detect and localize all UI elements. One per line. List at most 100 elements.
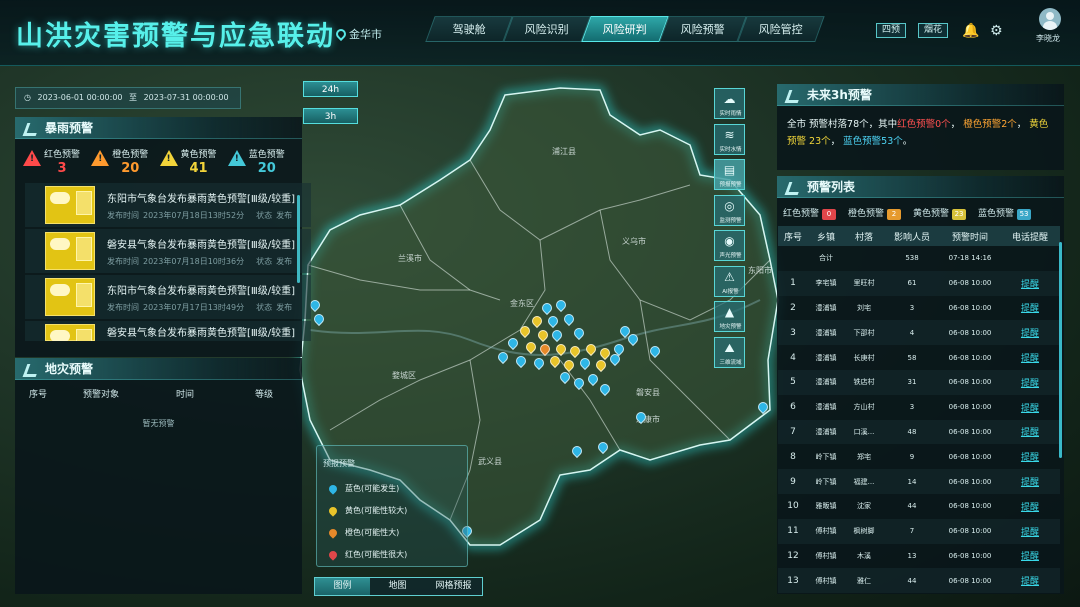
total-time: 07-18 14:16 xyxy=(948,254,992,263)
place-label: 武义县 xyxy=(478,457,502,466)
table-row[interactable]: 11 傅村镇 枫树脚 7 06-08 10:00 提醒 xyxy=(778,518,1060,544)
remind-link[interactable]: 提醒 xyxy=(1000,444,1060,469)
remind-link[interactable]: 提醒 xyxy=(1000,270,1060,296)
row-time: 06-08 10:00 xyxy=(940,369,1000,395)
nav-tab-risk-control[interactable]: 风险管控 xyxy=(737,16,825,42)
remind-link[interactable]: 提醒 xyxy=(1000,544,1060,569)
warning-title: 磐安县气象台发布暴雨黄色预警[Ⅲ级/较重] xyxy=(107,328,296,339)
list-item[interactable]: 东阳市气象台发布暴雨黄色预警[Ⅲ级/较重] 发布时间 2023年07月17日13时… xyxy=(25,275,311,319)
rainstorm-signal-icon xyxy=(45,324,95,341)
map-tool-button[interactable]: ◉ 声光预警 xyxy=(714,230,745,261)
map-tool-button[interactable]: ▤ 预报预警 xyxy=(714,159,745,190)
list-item[interactable]: 磐安县气象台发布暴雨黄色预警[Ⅲ级/较重] xyxy=(25,321,311,341)
map-mode-tabs: 图例 地图 网格预报 xyxy=(314,577,483,596)
nav-tab-risk-warning[interactable]: 风险预警 xyxy=(659,16,747,42)
row-time: 06-08 10:00 xyxy=(948,452,992,461)
table-row[interactable]: 7 澧浦镇 口溪... 48 06-08 10:00 提醒 xyxy=(778,419,1060,445)
row-town: 傅村镇 xyxy=(808,518,844,544)
row-people: 3 xyxy=(909,403,915,412)
nav-tab-cockpit[interactable]: 驾驶舱 xyxy=(425,16,513,42)
table-row[interactable]: 9 岭下镇 福建... 14 06-08 10:00 提醒 xyxy=(778,469,1060,494)
map-tool-button[interactable]: ▲ 地灾预警 xyxy=(714,301,745,332)
summary-blue: 蓝色预警53个 xyxy=(843,136,903,147)
gear-icon[interactable]: ⚙ xyxy=(990,23,1003,39)
map-tool-button[interactable]: ◎ 监测预警 xyxy=(714,194,745,226)
table-row[interactable]: 2 澧浦镇 刘宅 3 06-08 10:00 提醒 xyxy=(778,296,1060,321)
remind-link[interactable]: 提醒 xyxy=(1000,369,1060,395)
table-row[interactable]: 12 傅村镇 木溪 13 06-08 10:00 提醒 xyxy=(778,544,1060,569)
table-row[interactable]: 5 澧浦镇 铁店村 31 06-08 10:00 提醒 xyxy=(778,369,1060,395)
remind-link[interactable]: 提醒 xyxy=(1000,568,1060,594)
map-tool-button[interactable]: ☁ 实时雨情 xyxy=(714,88,745,119)
list-item[interactable]: 东阳市气象台发布暴雨黄色预警[Ⅲ级/较重] 发布时间 2023年07月18日13时… xyxy=(25,183,311,227)
remind-link[interactable]: 提醒 xyxy=(1000,469,1060,494)
remind-link[interactable]: 提醒 xyxy=(1000,320,1060,346)
badge-yellow[interactable]: 黄色预警 23 xyxy=(913,206,967,220)
row-village: 沈家 xyxy=(857,502,871,511)
badge-orange[interactable]: 橙色预警 2 xyxy=(848,206,902,220)
row-village: 方山村 xyxy=(853,403,875,412)
legend-label: 橙色(可能性大) xyxy=(345,528,400,537)
date-range-picker[interactable]: ◷ 2023-06-01 00:00:00 至 2023-07-31 00:00… xyxy=(15,87,241,109)
row-time: 06-08 10:00 xyxy=(948,502,992,511)
map-tool-button[interactable]: ≋ 实时水情 xyxy=(714,123,745,155)
time-3h-button[interactable]: 3h xyxy=(303,108,358,124)
forecast-icon: ▤ xyxy=(723,163,736,177)
table-row[interactable]: 1 李宅镇 里旺村 61 06-08 10:00 提醒 xyxy=(778,270,1060,296)
row-no: 9 xyxy=(778,469,808,494)
list-item[interactable]: 磐安县气象台发布暴雨黄色预警[Ⅲ级/较重] 发布时间 2023年07月18日10时… xyxy=(25,229,311,273)
row-town: 雅畈镇 xyxy=(815,502,837,511)
nav-tab-risk-identify[interactable]: 风险识别 xyxy=(503,16,591,42)
row-people: 31 xyxy=(884,369,940,395)
bell-icon[interactable]: 🔔 xyxy=(962,23,979,39)
tab-legend[interactable]: 图例 xyxy=(315,578,370,595)
table-row[interactable]: 6 澧浦镇 方山村 3 06-08 10:00 提醒 xyxy=(778,395,1060,420)
table-row[interactable]: 13 傅村镇 雅仁 44 06-08 10:00 提醒 xyxy=(778,568,1060,594)
remind-link[interactable]: 提醒 xyxy=(1000,345,1060,370)
scrollbar[interactable] xyxy=(297,195,300,283)
badge-red[interactable]: 红色预警 0 xyxy=(783,206,837,220)
forecast-3h-panel: 未来3h预警 全市 预警村落78个，其中红色预警0个， 橙色预警2个， 黄色预警… xyxy=(777,84,1064,170)
remind-link[interactable]: 提醒 xyxy=(1000,395,1060,420)
avatar[interactable] xyxy=(1039,8,1061,30)
row-time: 06-08 10:00 xyxy=(940,518,1000,544)
nav-tab-risk-assess[interactable]: 风险研判 xyxy=(581,16,669,42)
tab-grid-forecast[interactable]: 网格预报 xyxy=(425,578,482,595)
row-people: 58 xyxy=(907,353,917,362)
siyu-button[interactable]: 四预 xyxy=(876,23,907,38)
scrollbar[interactable] xyxy=(1059,242,1062,458)
level-yellow: 黄色预警 41 xyxy=(159,147,228,176)
row-no: 3 xyxy=(778,320,808,346)
date-sep: 至 xyxy=(129,93,138,102)
row-people: 13 xyxy=(907,551,917,560)
city-selector[interactable]: 金华市 xyxy=(333,26,382,42)
map-tool-button[interactable]: ⛰ 三维流域 xyxy=(714,336,745,368)
monitor-icon: ◎ xyxy=(724,198,735,213)
table-row[interactable]: 4 澧浦镇 长庚村 58 06-08 10:00 提醒 xyxy=(778,345,1060,370)
map-tool-button[interactable]: ⚠ AI报警 xyxy=(714,265,745,297)
row-no: 13 xyxy=(778,568,808,594)
time-24h-button[interactable]: 24h xyxy=(303,81,358,97)
legend-label: 黄色(可能性较大) xyxy=(345,506,408,515)
row-village: 口溪... xyxy=(844,419,884,445)
legend-item-blue: 蓝色(可能发生) xyxy=(327,482,400,495)
remind-link[interactable]: 提醒 xyxy=(1000,419,1060,445)
badge-count: 2 xyxy=(887,209,902,220)
legend-label: 蓝色(可能发生) xyxy=(345,484,400,493)
badge-blue[interactable]: 蓝色预警 53 xyxy=(978,206,1032,220)
table-row[interactable]: 3 澧浦镇 下邵村 4 06-08 10:00 提醒 xyxy=(778,320,1060,346)
tab-map[interactable]: 地图 xyxy=(370,578,425,595)
remind-link[interactable]: 提醒 xyxy=(1000,518,1060,544)
summary-end: 。 xyxy=(902,136,913,147)
row-no: 5 xyxy=(778,369,808,395)
table-row[interactable]: 8 岭下镇 郑宅 9 06-08 10:00 提醒 xyxy=(778,444,1060,469)
remind-link[interactable]: 提醒 xyxy=(1000,494,1060,519)
remind-link[interactable]: 提醒 xyxy=(1000,296,1060,321)
column-header: 时间 xyxy=(175,390,194,400)
badge-label: 橙色预警 xyxy=(848,209,885,219)
table-row[interactable]: 10 雅畈镇 沈家 44 06-08 10:00 提醒 xyxy=(778,494,1060,519)
row-village: 下邵村 xyxy=(844,320,884,346)
warning-status: 发布 xyxy=(276,210,293,220)
place-label: 金东区 xyxy=(510,299,534,308)
fireworks-button[interactable]: 烟花 xyxy=(918,23,949,38)
